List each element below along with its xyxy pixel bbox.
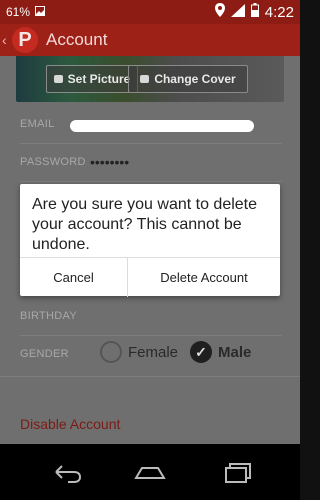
up-chevron-icon[interactable]: ‹ xyxy=(2,32,12,48)
gender-label: GENDER xyxy=(20,348,69,360)
birthday-row[interactable]: BIRTHDAY xyxy=(20,298,282,336)
recent-apps-icon[interactable] xyxy=(220,460,256,484)
set-picture-button[interactable]: Set Picture xyxy=(46,65,138,93)
signal-icon xyxy=(230,3,245,21)
female-label: Female xyxy=(128,343,179,361)
divider xyxy=(0,376,300,377)
email-field[interactable] xyxy=(70,120,254,132)
navigation-bar xyxy=(0,444,300,500)
change-cover-button[interactable]: Change Cover xyxy=(128,65,248,93)
battery-percent: 61% xyxy=(6,5,31,19)
camera-icon xyxy=(53,75,63,83)
page-title: Account xyxy=(46,30,108,49)
checkmark-icon: ✓ xyxy=(190,341,212,363)
change-cover-label: Change Cover xyxy=(154,72,236,86)
camera-icon xyxy=(140,75,150,83)
image-notification-icon xyxy=(35,5,46,19)
action-bar: ‹ P Account xyxy=(0,24,300,56)
clock: 4:22 xyxy=(264,3,294,21)
cancel-button[interactable]: Cancel xyxy=(20,258,128,297)
disable-account-link[interactable]: Disable Account xyxy=(20,416,120,432)
radio-unchecked-icon xyxy=(100,341,122,363)
app-logo[interactable]: P xyxy=(12,27,38,53)
back-icon[interactable] xyxy=(48,460,84,484)
home-icon[interactable] xyxy=(132,460,168,484)
status-bar: 61% 4:22 xyxy=(0,0,300,24)
battery-icon xyxy=(250,3,259,21)
set-picture-label: Set Picture xyxy=(67,72,131,86)
delete-account-button[interactable]: Delete Account xyxy=(128,258,280,297)
birthday-label: BIRTHDAY xyxy=(20,310,78,322)
password-row[interactable]: PASSWORD •••••••• xyxy=(20,144,282,182)
dialog-message: Are you sure you want to delete your acc… xyxy=(32,196,258,253)
location-icon xyxy=(214,3,225,21)
delete-account-dialog: Are you sure you want to delete your acc… xyxy=(20,184,280,297)
male-label: Male xyxy=(218,343,252,361)
dialog-button-bar: Cancel Delete Account xyxy=(20,257,280,297)
gender-male-option[interactable]: ✓ Male xyxy=(190,341,251,363)
password-field[interactable]: •••••••• xyxy=(90,154,129,170)
gender-female-option[interactable]: Female xyxy=(100,341,178,363)
email-label: EMAIL xyxy=(20,118,55,130)
password-label: PASSWORD xyxy=(20,156,86,168)
